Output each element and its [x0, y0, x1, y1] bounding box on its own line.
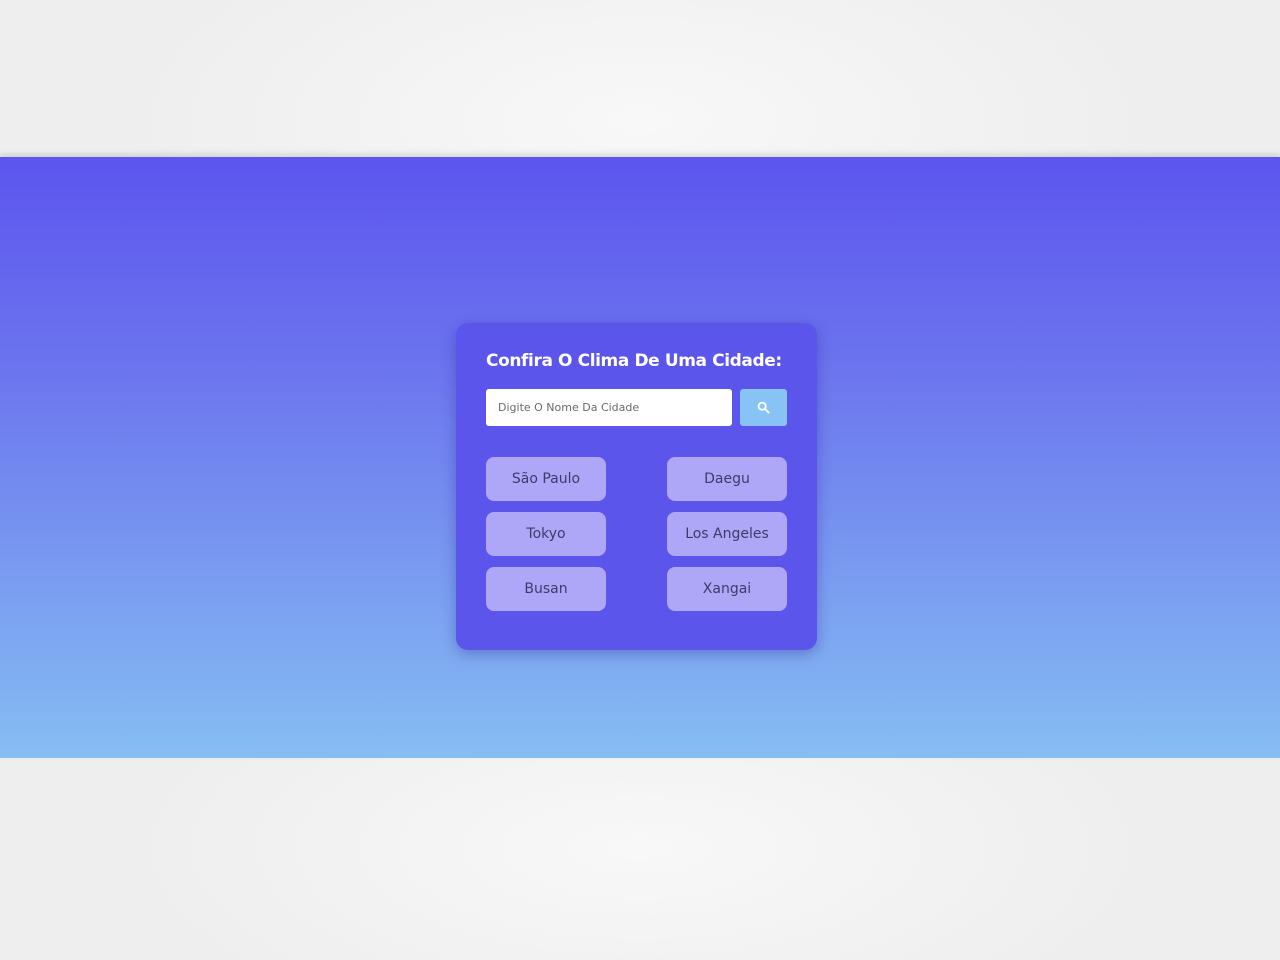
city-button-sao-paulo[interactable]: São Paulo — [486, 457, 606, 501]
card-title: Confira O Clima De Uma Cidade: — [486, 351, 782, 371]
city-button-busan[interactable]: Busan — [486, 567, 606, 611]
city-button-tokyo[interactable]: Tokyo — [486, 512, 606, 556]
city-button-daegu[interactable]: Daegu — [667, 457, 787, 501]
page-backdrop-bottom — [0, 758, 1280, 960]
city-search-input[interactable] — [486, 389, 732, 426]
app-background: Confira O Clima De Uma Cidade: São Paulo… — [0, 157, 1280, 758]
city-button-xangai[interactable]: Xangai — [667, 567, 787, 611]
weather-search-card: Confira O Clima De Uma Cidade: São Paulo… — [456, 323, 817, 650]
city-button-los-angeles[interactable]: Los Angeles — [667, 512, 787, 556]
search-button[interactable] — [740, 389, 787, 426]
city-button-grid: São Paulo Daegu Tokyo Los Angeles Busan … — [486, 457, 787, 611]
search-bar — [486, 389, 787, 426]
search-icon — [757, 401, 770, 414]
